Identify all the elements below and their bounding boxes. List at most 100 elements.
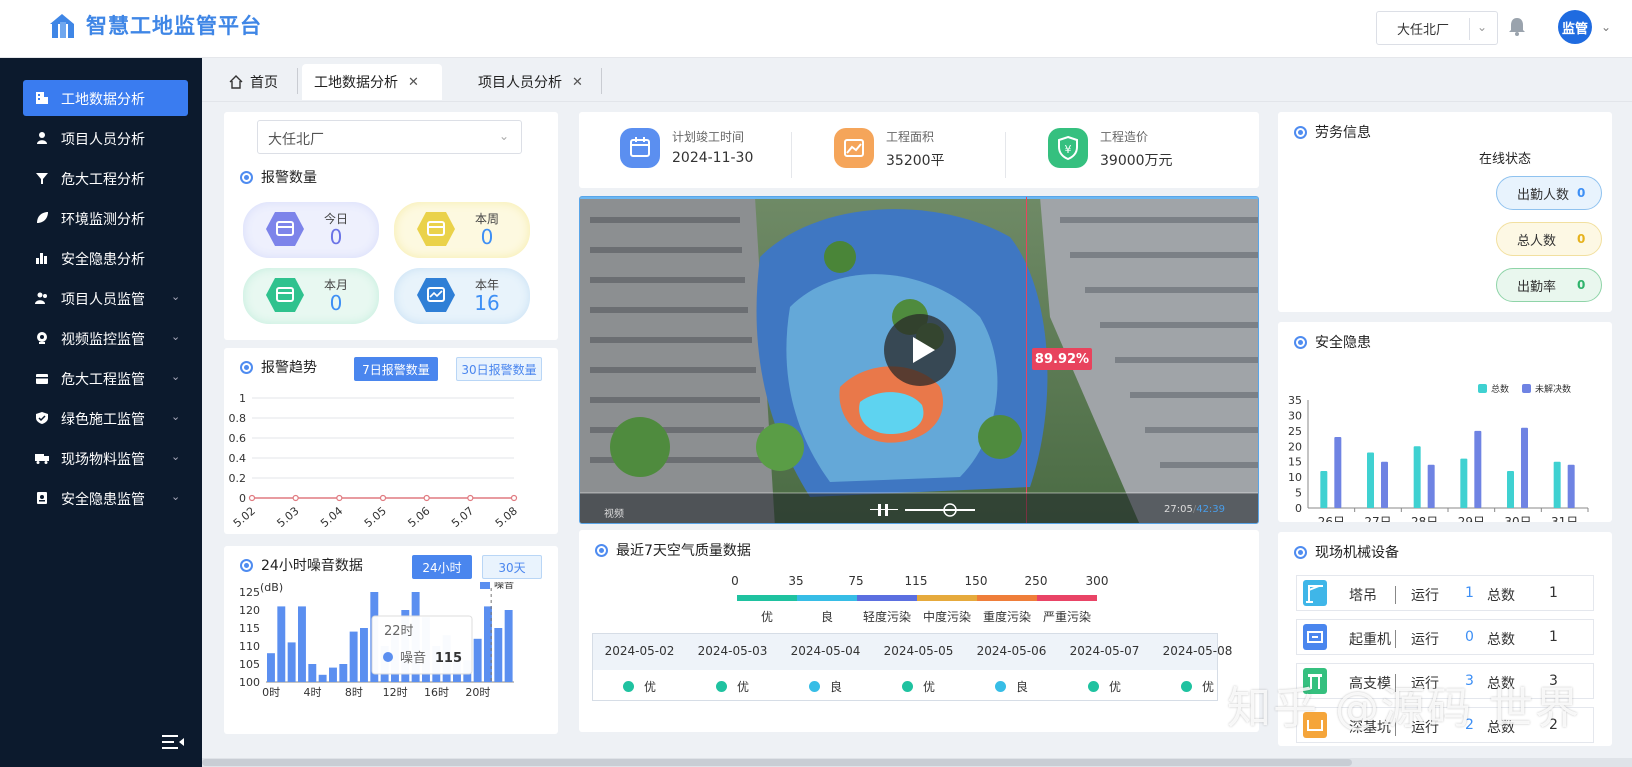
people-icon: [35, 292, 47, 304]
air-quality-card: 最近7天空气质量数据 0 35 75 115 150 250 300 优 良 轻…: [579, 530, 1259, 732]
bell-icon[interactable]: [1508, 16, 1526, 36]
sidebar-item-material-supervision[interactable]: 现场物料监管 ⌄: [23, 440, 188, 476]
wallet-icon: [417, 212, 455, 246]
camera-icon: [37, 332, 47, 344]
btn-30d[interactable]: 30天: [482, 555, 542, 579]
labor-title: 劳务信息: [1294, 122, 1371, 142]
sidebar-item-video-supervision[interactable]: 视频监控监管 ⌄: [23, 320, 188, 356]
attendance-rate[interactable]: 出勤率 0: [1496, 268, 1602, 302]
noise-bar: [339, 664, 348, 682]
avatar[interactable]: 监管: [1558, 10, 1592, 44]
noise-bar: [298, 606, 306, 682]
alarm-trend-card: 报警趋势 7日报警数量 30日报警数量 0 0.2 0.4 0.6 0.8 1 5.02 5.…: [224, 348, 558, 534]
machine-row-crane[interactable]: 起重机 运行 0 总数 1: [1296, 619, 1594, 655]
legend-swatch: [1522, 384, 1531, 393]
y-tick-label: 120: [239, 604, 260, 617]
sidebar-item-label: 视频监控监管: [61, 332, 145, 348]
x-tick-label: 5.02: [231, 504, 258, 530]
pause-icon[interactable]: [870, 503, 898, 517]
noise-bar: [360, 628, 368, 682]
menu-collapse-icon[interactable]: [162, 735, 184, 749]
total-count[interactable]: 总人数 0: [1496, 222, 1602, 256]
project-select-value: 大任北厂: [268, 132, 324, 148]
document-icon: [37, 492, 47, 504]
x-tick-label: 5.06: [405, 504, 432, 530]
tab-site-data-analysis[interactable]: 工地数据分析 ✕: [302, 64, 442, 100]
table-header-date: 2024-05-03: [697, 644, 768, 658]
alarm-trend-title: 报警趋势: [240, 357, 317, 377]
status-dot: [808, 681, 820, 692]
scrollbar-thumb[interactable]: [202, 759, 1352, 766]
chevron-down-icon: ⌄: [171, 490, 181, 503]
attendance-count[interactable]: 出勤人数 0: [1496, 176, 1602, 210]
tab-home[interactable]: 首页: [228, 64, 290, 100]
y-tick-label: 15: [1288, 456, 1302, 469]
sidebar-item-hazard-project-analysis[interactable]: 危大工程分析: [23, 160, 188, 196]
tower-crane-icon: [1303, 580, 1327, 606]
stat-value: 16: [474, 291, 500, 315]
sidebar-item-label: 环境监测分析: [61, 212, 145, 228]
project-select[interactable]: 大任北厂 ⌄: [257, 120, 522, 154]
x-tick-label: 5.03: [274, 504, 301, 530]
aqi-level-label: 轻度污染: [862, 610, 912, 624]
stat-month: 本月 0: [243, 268, 379, 324]
stat-week: 本周 0: [394, 202, 530, 258]
sidebar-item-environment-analysis[interactable]: 环境监测分析: [23, 200, 188, 236]
info-value: 39000万元: [1100, 153, 1173, 169]
table-header-date: 2024-05-08: [1162, 644, 1233, 658]
status-value: 0: [1577, 186, 1586, 200]
aqi-band-excellent: [737, 595, 797, 601]
status-text: 优: [1108, 680, 1121, 694]
machine-row-tower-crane[interactable]: 塔吊 运行 1 总数 1: [1296, 575, 1594, 611]
sidebar-item-personnel-analysis[interactable]: 项目人员分析: [23, 120, 188, 156]
play-button-icon[interactable]: [883, 313, 957, 387]
run-value: 0: [1465, 629, 1474, 645]
chevron-down-icon[interactable]: ⌄: [1601, 20, 1611, 34]
video-time: 27:05/42:39: [1164, 504, 1226, 515]
person-icon: [37, 132, 47, 144]
y-tick-label: 100: [239, 676, 260, 689]
sidebar-item-personnel-supervision[interactable]: 项目人员监管 ⌄: [23, 280, 188, 316]
stat-value: 0: [329, 291, 343, 315]
site-select[interactable]: 大任北厂 ⌄: [1376, 11, 1498, 45]
sidebar-item-label: 工地数据分析: [61, 92, 145, 108]
air-quality-title: 最近7天空气质量数据: [595, 540, 751, 560]
btn-30-day-alarms[interactable]: 30日报警数量: [456, 357, 542, 381]
y-tick-label: 0.4: [229, 452, 247, 465]
sidebar-item-safety-supervision[interactable]: 安全隐患监管 ⌄: [23, 480, 188, 516]
sidebar-item-site-data-analysis[interactable]: 工地数据分析: [23, 80, 188, 116]
btn-7-day-alarms[interactable]: 7日报警数量: [354, 357, 438, 381]
video-player[interactable]: 89.92% 视频 27:05/42:39: [579, 196, 1259, 524]
btn-24h[interactable]: 24小时: [412, 555, 472, 579]
x-tick-label: 31日: [1551, 515, 1578, 522]
aqi-level-label: 重度污染: [982, 610, 1032, 624]
sidebar-item-hazard-project-supervision[interactable]: 危大工程监管 ⌄: [23, 360, 188, 396]
horizontal-scrollbar[interactable]: [202, 758, 1632, 767]
y-tick-label: 20: [1288, 440, 1302, 453]
y-tick-label: 30: [1288, 409, 1302, 422]
chevron-down-icon: ⌄: [498, 129, 509, 143]
y-tick-label: 105: [239, 658, 260, 671]
title-text: 报警数量: [261, 170, 317, 186]
tab-personnel-analysis[interactable]: 项目人员分析 ✕: [464, 64, 594, 100]
status-dot: [994, 681, 1006, 692]
divider: [1395, 586, 1396, 604]
project-info-card: 计划竣工时间 2024-11-30 工程面积 35200平 ¥ 工程造价 390…: [579, 112, 1259, 188]
tabs-bar: 首页 工地数据分析 ✕ 项目人员分析 ✕: [202, 58, 1632, 102]
noise-title: 24小时噪音数据: [240, 555, 363, 575]
title-text: 安全隐患: [1315, 335, 1371, 351]
title-text: 最近7天空气质量数据: [616, 543, 751, 559]
sidebar-item-safety-analysis[interactable]: 安全隐患分析: [23, 240, 188, 276]
noise-bar: [287, 642, 296, 682]
hazard-bar: [1553, 461, 1561, 508]
hazard-bar: [1320, 470, 1328, 508]
close-icon[interactable]: ✕: [408, 75, 419, 90]
table-header-date: 2024-05-04: [790, 644, 861, 658]
close-icon[interactable]: ✕: [572, 75, 583, 90]
stat-year: 本年 16: [394, 268, 530, 324]
aqi-level-label: 优: [760, 610, 774, 624]
x-tick-label: 12时: [383, 686, 408, 699]
sidebar-item-green-construction[interactable]: 绿色施工监管 ⌄: [23, 400, 188, 436]
divider: [1395, 630, 1396, 648]
volume-slider[interactable]: [905, 503, 975, 517]
